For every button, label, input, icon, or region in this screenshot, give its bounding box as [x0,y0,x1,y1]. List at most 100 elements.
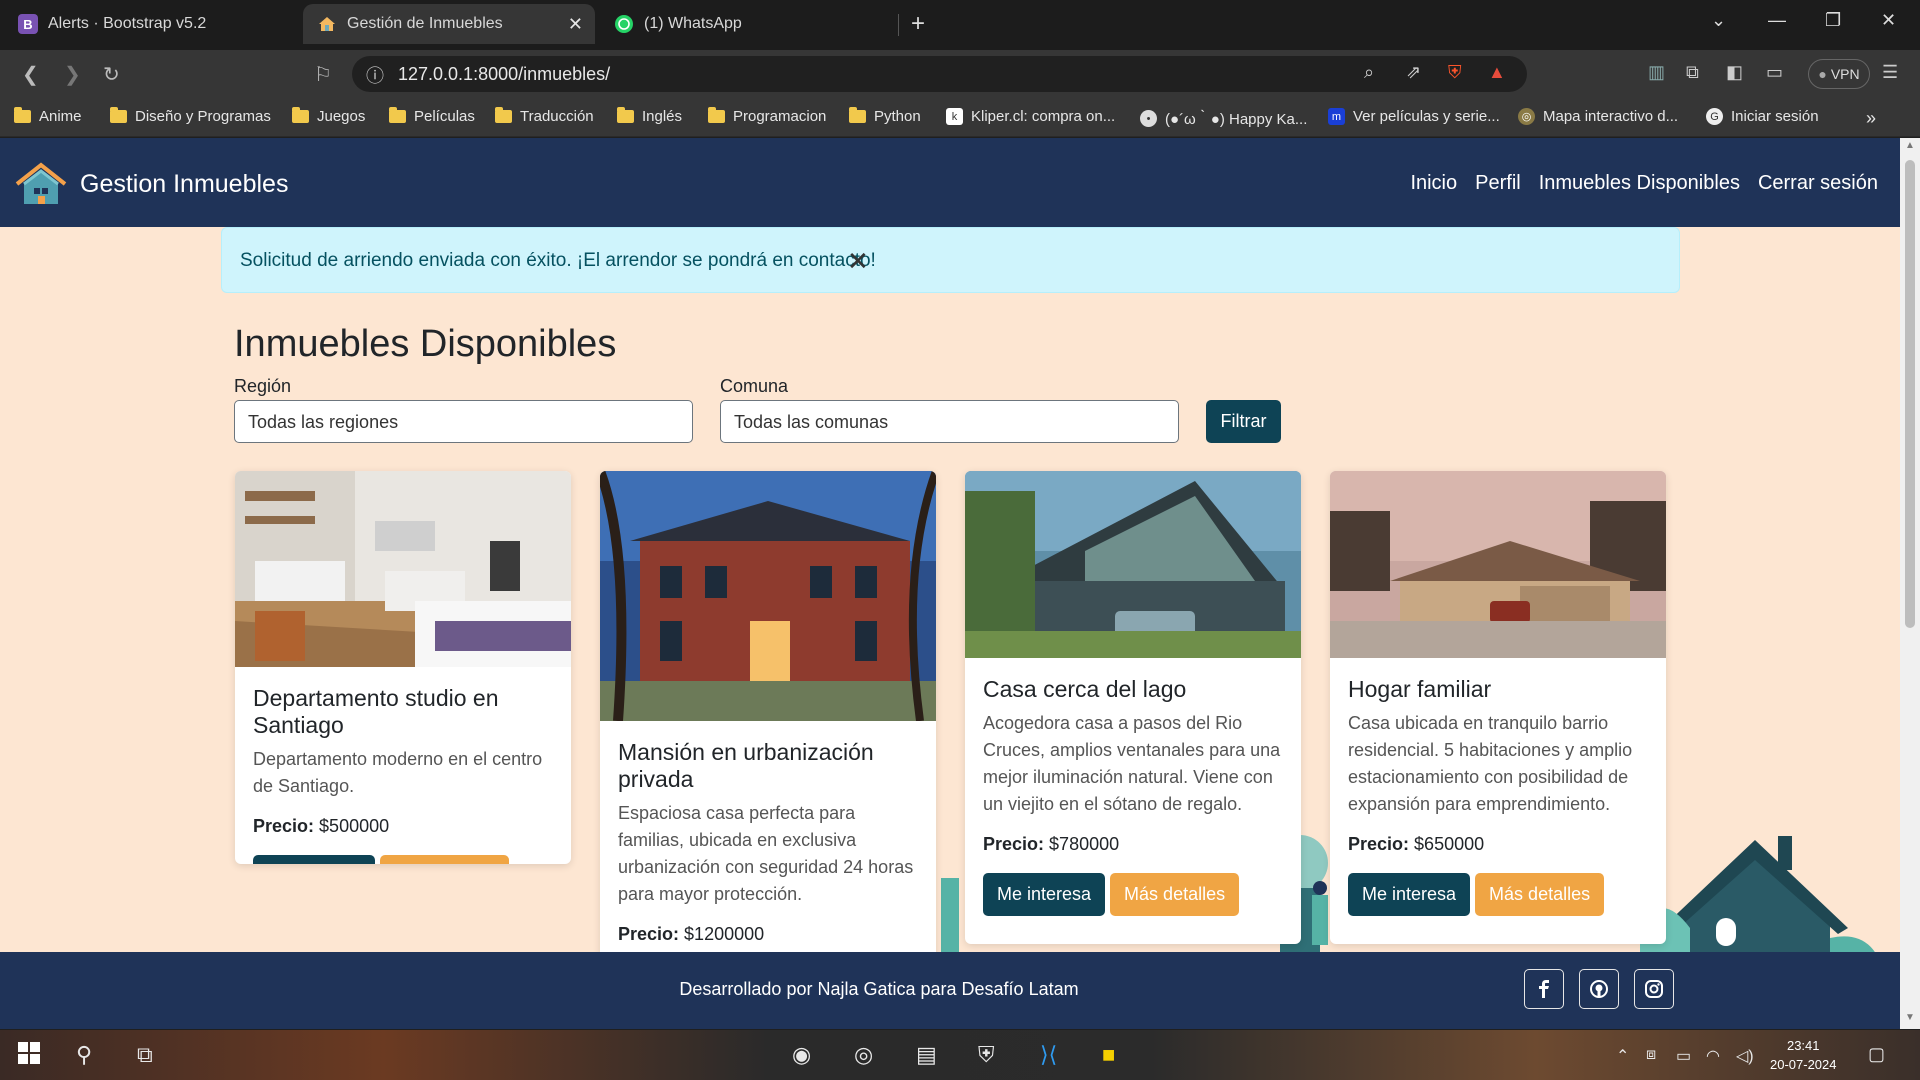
sidebar-icon[interactable]: ◧ [1726,62,1743,83]
github-icon[interactable] [1579,969,1619,1009]
details-button[interactable]: Más detalles [380,855,510,864]
details-button[interactable]: Más detalles [1110,873,1240,916]
wallet-icon[interactable]: ▭ [1766,62,1783,83]
scroll-thumb[interactable] [1905,160,1915,628]
more-bookmarks-icon[interactable]: » [1866,108,1876,129]
spotify-icon[interactable]: ◎ [854,1042,873,1068]
bookmark-link[interactable]: G Iniciar sesión [1706,108,1819,125]
facebook-icon[interactable] [1524,969,1564,1009]
comuna-select[interactable]: Todas las comunas [720,400,1179,443]
price-label: Precio: [253,816,315,836]
folder-icon [292,107,309,123]
tab-search-chevron-icon[interactable]: ⌄ [1711,10,1726,31]
bookmark-folder[interactable]: Python [849,107,921,125]
notifications-icon[interactable]: ▢ [1868,1044,1885,1065]
forward-icon[interactable]: ❯ [64,62,81,87]
scroll-down-icon[interactable]: ▼ [1905,1012,1915,1023]
bookmark-link[interactable]: ◎ Mapa interactivo d... [1518,108,1678,125]
nav-link-inmuebles[interactable]: Inmuebles Disponibles [1539,172,1740,195]
tray-chevron-icon[interactable]: ⌃ [1616,1046,1629,1066]
menu-icon[interactable]: ☰ [1882,62,1898,83]
card-description: Departamento moderno en el centro de San… [253,749,543,796]
tab-gestion-inmuebles[interactable]: Gestión de Inmuebles ✕ [303,4,595,44]
scroll-up-icon[interactable]: ▲ [1905,140,1915,151]
brave-icon[interactable]: ⛨ [978,1042,995,1068]
tab-whatsapp[interactable]: (1) WhatsApp [600,4,892,44]
reload-icon[interactable]: ↻ [103,62,120,87]
tray-app-icon[interactable]: ⧈ [1646,1046,1656,1064]
site-info-icon[interactable]: ⓘ [366,62,384,88]
alert-close-icon[interactable]: ✕ [847,246,869,277]
page-scrollbar[interactable]: ▲ ▼ [1900,138,1920,1029]
whatsapp-icon [614,14,634,34]
file-explorer-icon[interactable]: ▤ [916,1042,937,1068]
bookmark-label: Traducción [520,108,594,125]
price-label: Precio: [618,924,680,944]
vpn-button[interactable]: ● VPN [1808,59,1870,89]
battery-icon[interactable]: ▭ [1676,1046,1691,1066]
card-title: Casa cerca del lago [983,676,1187,702]
bookmark-link[interactable]: m Ver películas y serie... [1328,108,1500,125]
bookmark-link[interactable]: k Kliper.cl: compra on... [946,108,1115,125]
extensions-puzzle-icon[interactable]: ⧉ [1686,62,1699,83]
minimize-icon[interactable]: — [1768,10,1786,31]
bookmark-icon[interactable]: ⚐ [314,62,332,87]
interest-button[interactable]: Me interesa [253,855,376,864]
card-body: Casa cerca del lago Acogedora casa a pas… [983,676,1288,916]
extension-icon[interactable]: ▥ [1648,62,1665,83]
property-image [965,471,1301,658]
brave-rewards-icon[interactable]: ▲ [1488,62,1506,83]
chrome-icon[interactable]: ◉ [792,1042,811,1068]
card-actions: Me interesa Más detalles [1348,873,1653,916]
movies-icon: m [1328,108,1345,125]
bookmark-folder[interactable]: Programacion [708,107,826,125]
address-bar[interactable]: ⓘ 127.0.0.1:8000/inmuebles/ ⌕ ⇗ ⛨ ▲ [352,56,1527,92]
property-card: Hogar familiar Casa ubicada en tranquilo… [1330,471,1666,944]
filter-button[interactable]: Filtrar [1206,400,1281,443]
brave-shield-icon[interactable]: ⛨ [1448,62,1462,83]
folder-icon [708,107,725,123]
new-tab-icon[interactable]: + [911,10,925,38]
zoom-icon[interactable]: ⌕ [1364,62,1374,83]
price-label: Precio: [1348,834,1410,854]
nav-link-perfil[interactable]: Perfil [1475,172,1521,195]
nav-link-logout[interactable]: Cerrar sesión [1758,172,1878,195]
bookmark-folder[interactable]: Diseño y Programas [110,107,271,125]
wifi-icon[interactable]: ◠ [1706,1046,1720,1066]
browser-tab-bar: B Alerts · Bootstrap v5.2 Gestión de Inm… [0,0,1920,50]
region-select[interactable]: Todas las regiones [234,400,693,443]
details-button[interactable]: Más detalles [1475,873,1605,916]
vscode-icon[interactable]: ⟩⟨ [1040,1042,1057,1068]
card-actions: Me interesa Más detalles [253,855,558,864]
share-icon[interactable]: ⇗ [1406,62,1421,83]
task-view-icon[interactable]: ⧉ [137,1042,153,1068]
price-label: Precio: [983,834,1045,854]
bookmark-folder[interactable]: Juegos [292,107,365,125]
bookmark-folder[interactable]: Anime [14,107,82,125]
card-title: Mansión en urbanización privada [618,739,874,792]
system-clock[interactable]: 23:41 20-07-2024 [1770,1036,1837,1074]
region-selected-value: Todas las regiones [248,412,399,432]
bookmark-folder[interactable]: Películas [389,107,475,125]
interest-button[interactable]: Me interesa [1348,873,1471,916]
interest-button[interactable]: Me interesa [983,873,1106,916]
card-description: Casa ubicada en tranquilo barrio residen… [1348,713,1633,814]
tab-bootstrap-alerts[interactable]: B Alerts · Bootstrap v5.2 [4,4,296,44]
windows-start-icon[interactable] [18,1042,40,1070]
bookmark-folder[interactable]: Inglés [617,107,682,125]
nav-link-inicio[interactable]: Inicio [1410,172,1457,195]
instagram-icon[interactable] [1634,969,1674,1009]
brand-link[interactable]: Gestion Inmuebles [14,162,288,206]
close-window-icon[interactable]: ✕ [1881,10,1896,31]
close-tab-icon[interactable]: ✕ [568,14,583,35]
vpn-label: VPN [1830,66,1860,82]
volume-icon[interactable]: ◁) [1736,1046,1754,1066]
restore-icon[interactable]: ❐ [1825,10,1841,31]
login-icon: G [1706,108,1723,125]
bookmark-link[interactable]: • (●´ω｀●) Happy Ka... [1140,108,1307,129]
folder-icon [14,107,31,123]
sticky-notes-icon[interactable]: ■ [1102,1042,1115,1068]
search-icon[interactable]: ⚲ [76,1042,92,1068]
back-icon[interactable]: ❮ [22,62,39,87]
bookmark-folder[interactable]: Traducción [495,107,594,125]
